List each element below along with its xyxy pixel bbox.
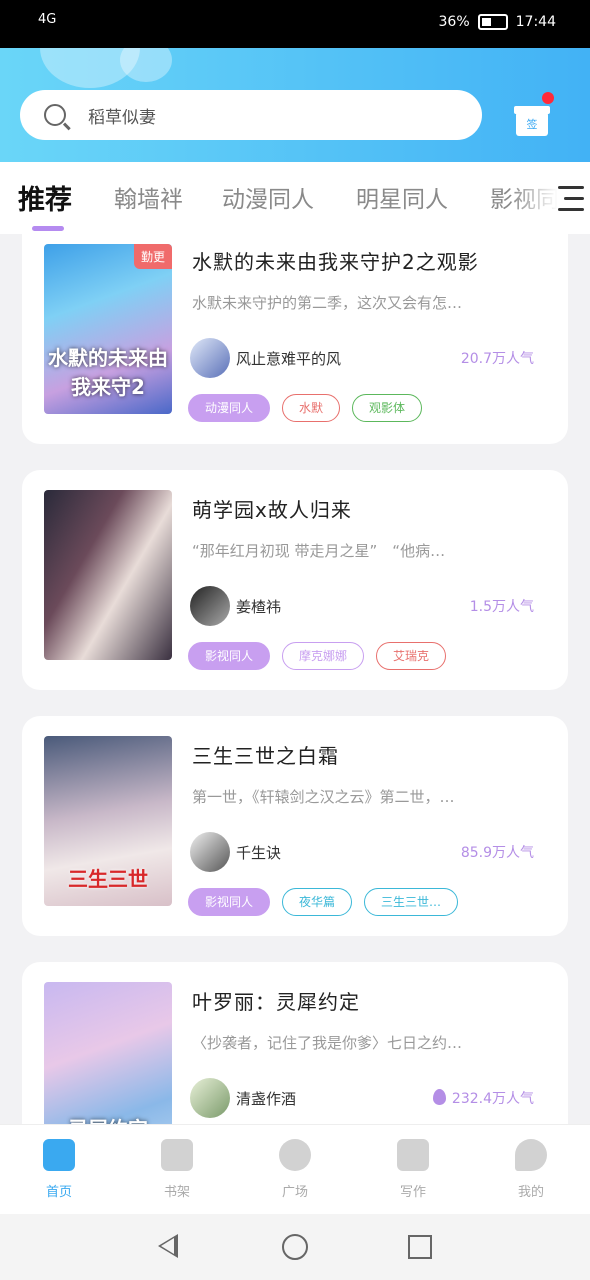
tag-chip[interactable]: 三生三世… <box>364 888 459 916</box>
system-navigation <box>0 1214 590 1280</box>
daily-checkin-button[interactable]: 签 <box>514 92 554 136</box>
nav-label: 我的 <box>517 1185 544 1200</box>
book-cover[interactable]: 水默的未来由我来守2 勤更 <box>44 244 172 414</box>
app-header: 稻草似妻 签 <box>0 48 590 162</box>
nav-profile[interactable]: 我的 <box>496 1139 566 1200</box>
book-cover[interactable]: 三生三世 <box>44 736 172 906</box>
update-badge: 勤更 <box>133 244 172 269</box>
book-card[interactable]: 萌学园x故人归来 “那年红月初现 带走月之星” “他病… 姜楂祎 1.5万人气 … <box>22 470 568 690</box>
popularity-count: 85.9万人气 <box>460 845 534 861</box>
book-cover[interactable] <box>44 490 172 660</box>
author-avatar[interactable] <box>190 1078 230 1118</box>
nav-bookshelf[interactable]: 书架 <box>142 1139 212 1200</box>
popularity-count: 1.5万人气 <box>469 599 534 615</box>
author-avatar[interactable] <box>190 832 230 872</box>
gift-icon: 签 <box>516 112 548 136</box>
book-card[interactable]: 水默的未来由我来守2 勤更 水默的未来由我来守护2之观影 水默未来守护的第二季，… <box>22 234 568 444</box>
nav-square[interactable]: 广场 <box>260 1139 330 1200</box>
search-bar[interactable]: 稻草似妻 <box>20 90 482 140</box>
author-name[interactable]: 清盏作酒 <box>236 1088 296 1109</box>
tab-recommend[interactable]: 推荐 <box>18 178 72 217</box>
author-name[interactable]: 千生诀 <box>236 842 281 863</box>
battery-icon <box>477 14 508 30</box>
pen-icon <box>397 1139 429 1171</box>
tag-list: 影视同人 夜华篇 三生三世… <box>188 888 459 916</box>
cover-title-art: 水默的未来由我来守2 <box>48 346 168 399</box>
book-description: “那年红月初现 带走月之星” “他病… <box>192 542 446 560</box>
book-title[interactable]: 三生三世之白霜 <box>192 740 339 769</box>
recent-apps-icon[interactable] <box>408 1235 432 1259</box>
tag-chip[interactable]: 水默 <box>282 394 341 422</box>
book-description: 〈抄袭者，记住了我是你爹〉七日之约… <box>192 1034 463 1052</box>
clock: 17:44 <box>515 14 556 30</box>
tag-list: 影视同人 摩克娜娜 艾瑞克 <box>188 642 447 670</box>
tab-category-2[interactable]: 翰墙袢 <box>114 180 183 214</box>
popularity-count: 232.4万人气 <box>432 1088 534 1108</box>
status-bar: 4G 36% 17:44 <box>0 0 590 48</box>
tag-chip[interactable]: 夜华篇 <box>282 888 353 916</box>
status-right: 36% 17:44 <box>439 14 556 30</box>
book-title[interactable]: 叶罗丽：灵犀约定 <box>192 986 360 1015</box>
nav-home[interactable]: 首页 <box>24 1139 94 1200</box>
home-circle-icon[interactable] <box>282 1234 308 1260</box>
tag-chip[interactable]: 观影体 <box>352 394 423 422</box>
book-title[interactable]: 水默的未来由我来守护2之观影 <box>192 246 479 275</box>
tag-chip[interactable]: 影视同人 <box>188 642 271 670</box>
book-cover[interactable]: 灵犀约定 <box>44 982 172 1124</box>
bottom-navigation: 首页 书架 广场 写作 我的 <box>0 1124 590 1214</box>
popularity-value: 232.4万人气 <box>451 1091 534 1107</box>
nav-write[interactable]: 写作 <box>378 1139 448 1200</box>
nav-label: 首页 <box>45 1185 72 1200</box>
author-avatar[interactable] <box>190 338 230 378</box>
decor-bubble <box>120 48 172 82</box>
author-avatar[interactable] <box>190 586 230 626</box>
popularity-count: 20.7万人气 <box>460 351 534 367</box>
tab-indicator <box>32 226 64 231</box>
planet-icon <box>279 1139 311 1171</box>
cover-title-art: 三生三世 <box>68 867 148 891</box>
tag-list: 动漫同人 水默 观影体 <box>188 394 423 422</box>
book-card[interactable]: 三生三世 三生三世之白霜 第一世，《轩辕剑之汉之云》第二世，… 千生诀 85.9… <box>22 716 568 936</box>
tag-chip[interactable]: 影视同人 <box>188 888 271 916</box>
nav-label: 广场 <box>281 1185 308 1200</box>
search-input[interactable]: 稻草似妻 <box>88 103 156 128</box>
menu-icon[interactable] <box>556 186 584 212</box>
book-description: 第一世，《轩辕剑之汉之云》第二世，… <box>192 788 455 806</box>
author-name[interactable]: 姜楂祎 <box>236 596 281 617</box>
tag-chip[interactable]: 艾瑞克 <box>376 642 447 670</box>
book-title[interactable]: 萌学园x故人归来 <box>192 494 352 523</box>
cover-title-art: 灵犀约定 <box>44 1113 172 1124</box>
search-icon <box>44 104 66 126</box>
nav-label: 写作 <box>399 1185 426 1200</box>
fire-icon <box>432 1089 446 1105</box>
notification-dot <box>542 92 554 104</box>
book-list: 水默的未来由我来守2 勤更 水默的未来由我来守护2之观影 水默未来守护的第二季，… <box>0 234 590 1124</box>
battery-percent: 36% <box>438 14 470 30</box>
nav-label: 书架 <box>163 1185 190 1200</box>
author-name[interactable]: 风止意难平的风 <box>236 348 341 369</box>
signal-indicator: 4G <box>38 12 57 27</box>
book-description: 水默未来守护的第二季，这次又会有怎… <box>192 294 463 312</box>
book-card[interactable]: 灵犀约定 叶罗丽：灵犀约定 〈抄袭者，记住了我是你爹〉七日之约… 清盏作酒 23… <box>22 962 568 1124</box>
back-icon[interactable] <box>158 1234 178 1258</box>
tab-celebrity-fanfic[interactable]: 明星同人 <box>356 180 448 214</box>
chat-bubble-icon <box>515 1139 547 1171</box>
bookshelf-icon <box>161 1139 193 1171</box>
tag-chip[interactable]: 摩克娜娜 <box>282 642 365 670</box>
tab-anime-fanfic[interactable]: 动漫同人 <box>222 180 314 214</box>
category-tabs: 推荐 翰墙袢 动漫同人 明星同人 影视同人 <box>0 162 590 234</box>
tag-chip[interactable]: 动漫同人 <box>188 394 271 422</box>
home-icon <box>43 1139 75 1171</box>
